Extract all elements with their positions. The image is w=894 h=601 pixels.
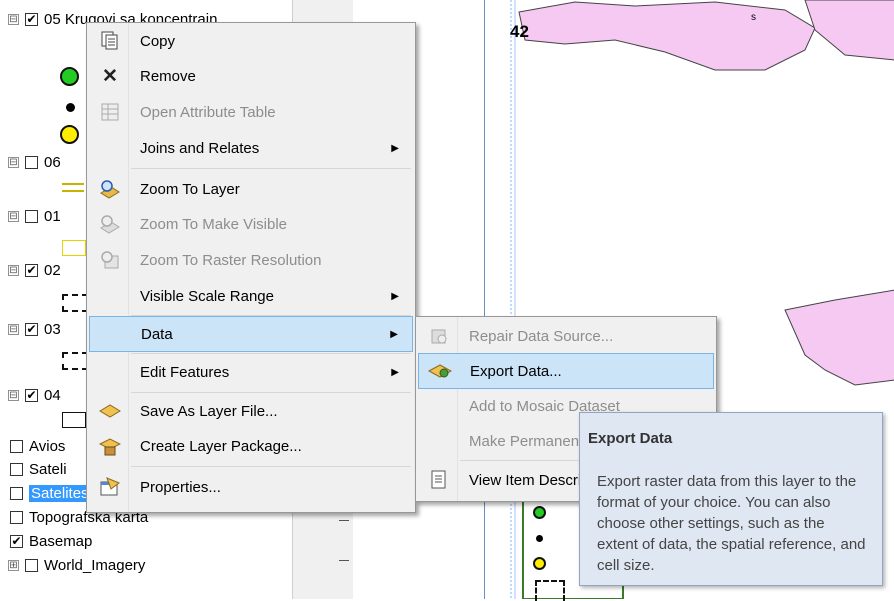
zoom-layer-icon [98,177,122,201]
yellow-point-symbol [533,557,546,570]
submenu-arrow-icon: ▶ [391,142,399,154]
toc-layer-row[interactable]: ⊟ ✔ 03 [8,318,61,340]
map-polygon [784,289,894,386]
map-polygon [518,1,816,71]
copy-icon [98,29,122,53]
layer-context-menu: Copy ✕ Remove Open Attribute Table Joins… [86,22,416,513]
menu-item-open-attribute-table[interactable]: Open Attribute Table [89,94,413,130]
toc-layer-row[interactable]: ⊟ ✔ 02 [8,259,61,281]
fill-symbol [62,412,86,428]
layer-checkbox[interactable] [25,558,38,572]
collapse-icon[interactable]: ⊟ [8,264,19,276]
zoom-raster-icon [98,248,122,272]
menu-item-properties[interactable]: Properties... [89,469,413,505]
collapse-icon[interactable]: ⊟ [8,389,19,401]
menu-item-data[interactable]: Data ▶ [89,316,413,352]
menu-item-create-layer-package[interactable]: Create Layer Package... [89,428,413,464]
export-icon [428,359,452,383]
map-polygon [804,0,894,61]
layer-label[interactable]: World_Imagery [44,557,145,574]
menu-item-copy[interactable]: Copy [89,23,413,59]
layer-label[interactable]: 02 [44,262,61,279]
layer-checkbox[interactable]: ✔ [25,388,38,402]
remove-icon: ✕ [102,65,118,87]
toc-layer-row[interactable]: ⊟ 06 [8,151,61,173]
green-point-symbol [60,67,79,86]
layer-checkbox[interactable] [25,209,38,223]
tooltip-title: Export Data [588,430,673,447]
svg-text:s: s [751,12,756,23]
layer-checkbox[interactable] [10,486,23,500]
zoom-visible-icon [98,212,122,236]
layer-checkbox[interactable]: ✔ [10,534,23,548]
layer-checkbox[interactable]: ✔ [25,12,38,26]
collapse-icon[interactable]: ⊟ [8,13,19,25]
menu-item-zoom-to-make-visible[interactable]: Zoom To Make Visible [89,206,413,242]
layer-checkbox[interactable] [10,462,23,476]
toc-layer-row[interactable]: ⊟ ✔ 04 [8,384,61,406]
layer-label[interactable]: Avios [29,438,65,455]
menu-item-edit-features[interactable]: Edit Features ▶ [89,354,413,390]
line-symbol [62,183,84,192]
black-point-symbol [536,535,543,542]
layer-label[interactable]: Basemap [29,533,92,550]
item-description-icon [427,468,451,492]
toc-layer-row[interactable]: Sateli [10,458,67,480]
dashed-symbol [62,352,88,370]
menu-item-export-data[interactable]: Export Data... [418,353,714,389]
page-number: 42 [510,22,529,41]
layer-package-icon [98,434,122,458]
layer-label[interactable]: 06 [44,154,61,171]
toc-layer-row[interactable]: ⊞ World_Imagery [8,554,145,576]
menu-item-joins-relates[interactable]: Joins and Relates ▶ [89,130,413,166]
toc-layer-row[interactable]: Avios [10,435,65,457]
table-icon [98,100,122,124]
menu-item-zoom-to-layer[interactable]: Zoom To Layer [89,171,413,207]
menu-item-repair-data-source[interactable]: Repair Data Source... [418,318,714,354]
dashed-symbol [535,580,565,601]
menu-item-visible-scale-range[interactable]: Visible Scale Range ▶ [89,278,413,314]
layer-label[interactable]: 01 [44,208,61,225]
menu-item-zoom-to-raster-resolution[interactable]: Zoom To Raster Resolution [89,242,413,278]
submenu-arrow-icon: ▶ [391,290,399,302]
collapse-icon[interactable]: ⊟ [8,156,19,168]
dashed-symbol [62,294,88,312]
layer-checkbox[interactable]: ✔ [25,322,38,336]
collapse-icon[interactable]: ⊟ [8,323,19,335]
expand-icon[interactable]: ⊞ [8,559,19,571]
export-data-tooltip: Export Data Export raster data from this… [579,412,883,586]
collapse-icon[interactable]: ⊟ [8,210,19,222]
layer-label[interactable]: Sateli [29,461,67,478]
toc-layer-row[interactable]: ⊟ 01 [8,205,61,227]
layer-checkbox[interactable] [10,510,23,524]
tooltip-body: Export raster data from this layer to th… [597,473,866,574]
black-point-symbol [66,103,75,112]
repair-icon [427,324,451,348]
menu-item-save-as-layer-file[interactable]: Save As Layer File... [89,393,413,429]
layer-checkbox[interactable]: ✔ [25,263,38,277]
layer-checkbox[interactable] [10,439,23,453]
fill-symbol [62,240,86,256]
submenu-arrow-icon: ▶ [390,328,398,340]
layer-label[interactable]: 03 [44,321,61,338]
submenu-arrow-icon: ▶ [391,366,399,378]
menu-item-remove[interactable]: ✕ Remove [89,58,413,94]
properties-icon [98,475,122,499]
layer-label[interactable]: 04 [44,387,61,404]
save-layer-icon [98,399,122,423]
toc-layer-row[interactable]: ✔ Basemap [10,530,92,552]
yellow-point-symbol [60,125,79,144]
layer-checkbox[interactable] [25,155,38,169]
green-point-symbol [533,506,546,519]
